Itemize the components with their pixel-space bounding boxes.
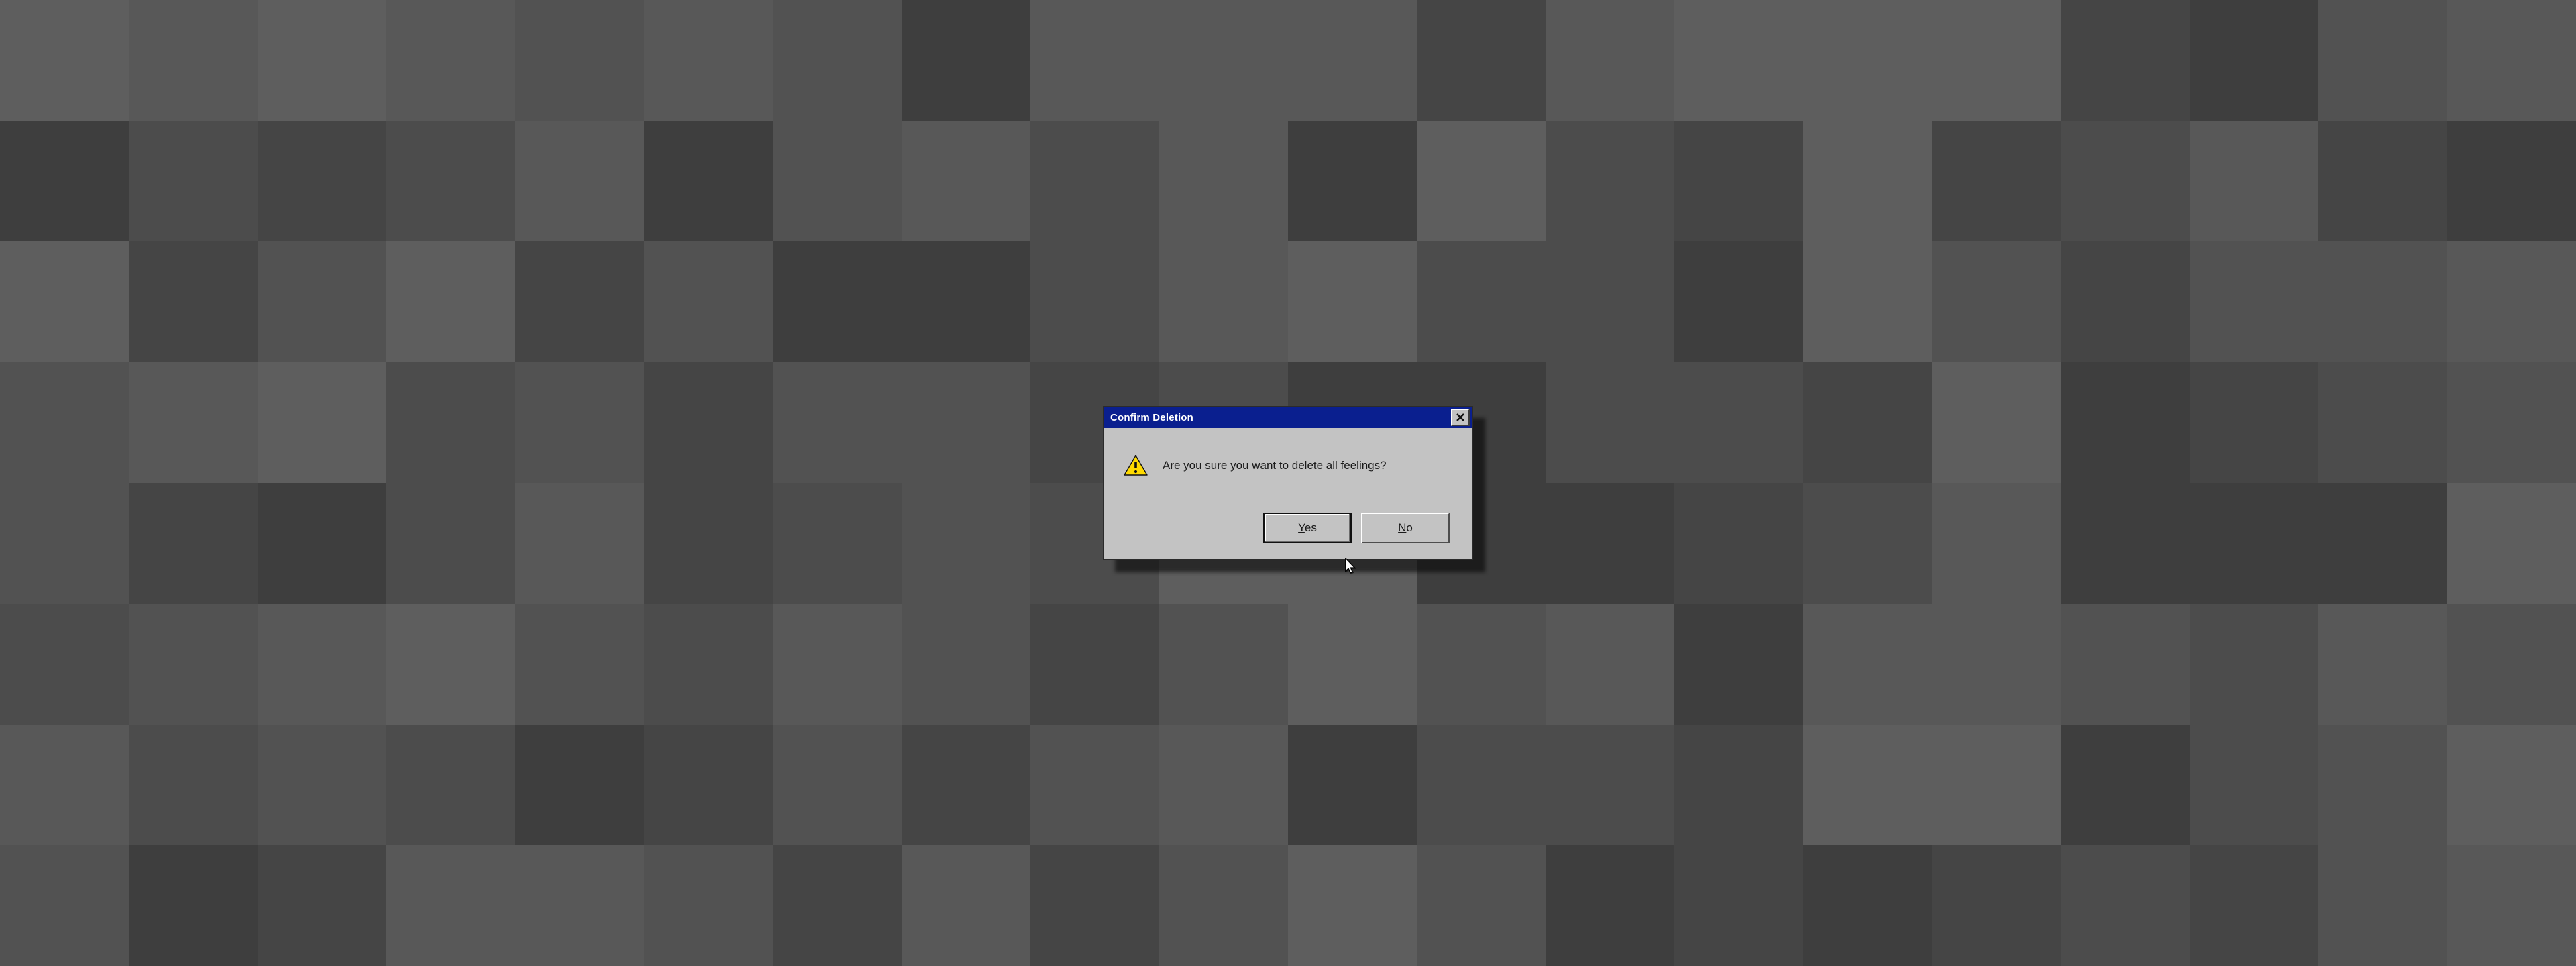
dialog-container: Confirm Deletion Are you sure you want t… (1103, 406, 1473, 560)
dialog-button-row: Yes No (1124, 513, 1452, 543)
warning-icon (1124, 455, 1148, 476)
no-button[interactable]: No (1361, 513, 1450, 543)
close-icon (1456, 413, 1464, 421)
close-button[interactable] (1451, 409, 1470, 426)
confirm-deletion-dialog: Confirm Deletion Are you sure you want t… (1103, 406, 1473, 560)
dialog-message: Are you sure you want to delete all feel… (1163, 459, 1387, 472)
dialog-body: Are you sure you want to delete all feel… (1104, 428, 1472, 559)
dialog-titlebar[interactable]: Confirm Deletion (1104, 407, 1472, 428)
yes-button[interactable]: Yes (1263, 513, 1352, 543)
cursor-icon (1345, 558, 1357, 576)
yes-button-label: Yes (1298, 521, 1317, 535)
dialog-title: Confirm Deletion (1110, 412, 1193, 423)
no-button-label: No (1398, 521, 1413, 535)
message-row: Are you sure you want to delete all feel… (1124, 455, 1452, 476)
